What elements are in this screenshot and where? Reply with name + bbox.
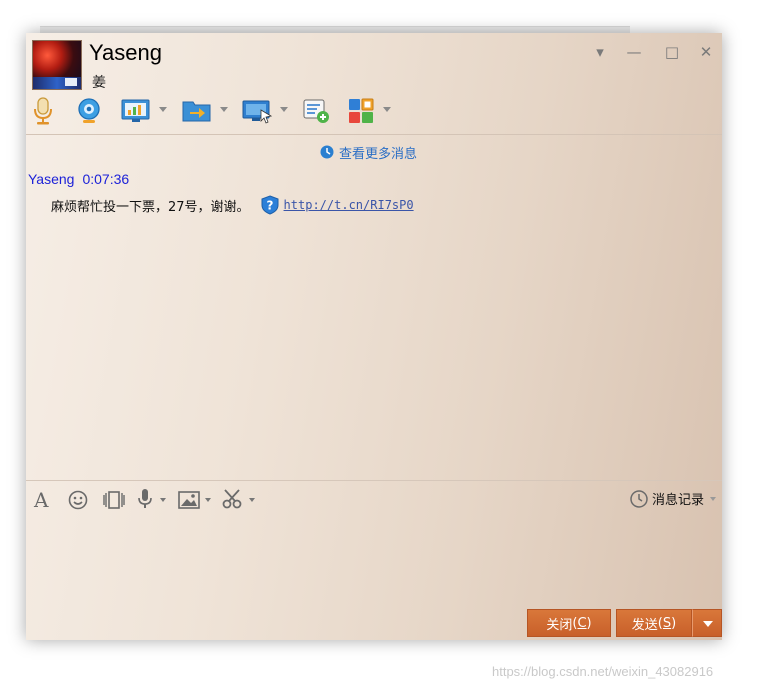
image-icon [178, 491, 200, 509]
file-transfer-icon [182, 101, 211, 122]
chat-window: Yaseng 姜 ▾ — □ ✕ 查看更多消息 Yaseng 0:07:36 麻… [26, 33, 722, 640]
smiley-icon [68, 490, 88, 510]
input-divider [26, 480, 722, 481]
chevron-down-icon[interactable] [280, 107, 288, 112]
chevron-down-icon[interactable] [160, 498, 166, 502]
screen-share-button[interactable] [121, 95, 169, 127]
avatar[interactable] [32, 40, 82, 90]
voice-message-button[interactable] [136, 488, 172, 512]
video-call-button[interactable] [75, 95, 105, 127]
contact-name[interactable]: Yaseng [89, 40, 162, 66]
microphone-icon [138, 489, 152, 508]
close-chat-label: 关闭 [546, 617, 573, 633]
chevron-down-icon[interactable] [710, 496, 716, 501]
chevron-down-icon[interactable] [220, 107, 228, 112]
security-shield-icon: ? [261, 195, 279, 215]
microphone-icon [34, 97, 52, 125]
message-text: 麻烦帮忙投一下票，27号，谢谢。 [51, 199, 250, 215]
message-body: 麻烦帮忙投一下票，27号，谢谢。 ? http://t.cn/RI7sP0 [51, 195, 414, 215]
voice-call-button[interactable] [32, 95, 56, 127]
send-options-dropdown[interactable] [692, 609, 722, 637]
add-message-button[interactable] [302, 95, 332, 127]
watermark: https://blog.csdn.net/weixin_43082916 [492, 664, 714, 679]
font-button[interactable]: A [34, 488, 56, 512]
emoji-button[interactable] [68, 488, 90, 512]
chevron-down-icon[interactable] [249, 498, 255, 502]
view-more-messages-label: 查看更多消息 [339, 146, 418, 162]
message-header: Yaseng 0:07:36 [28, 171, 129, 187]
chevron-down-icon[interactable] [159, 107, 167, 112]
window-menu-dropdown[interactable]: ▾ [590, 43, 610, 61]
close-chat-shortcut: C [577, 615, 587, 631]
send-label: 发送 [631, 617, 658, 633]
view-more-messages[interactable]: 查看更多消息 [320, 143, 418, 162]
history-clock-icon [630, 489, 648, 508]
maximize-button[interactable]: □ [662, 43, 682, 61]
webcam-icon [78, 98, 100, 123]
close-chat-button[interactable]: 关闭(C) [527, 609, 611, 637]
screenshot-button[interactable] [222, 488, 258, 512]
add-message-icon [303, 99, 329, 123]
toolbar-divider [26, 134, 722, 135]
font-icon: A [34, 488, 49, 512]
shake-window-button[interactable] [102, 488, 126, 512]
message-history-button[interactable]: 消息记录 [630, 489, 716, 508]
svg-text:?: ? [266, 199, 273, 213]
apps-grid-icon [349, 98, 374, 123]
send-shortcut: S [662, 615, 672, 631]
apps-button[interactable] [347, 95, 395, 127]
chevron-down-icon[interactable] [383, 107, 391, 112]
message-time: 0:07:36 [82, 171, 130, 187]
send-button[interactable]: 发送(S) [616, 609, 692, 637]
message-link[interactable]: http://t.cn/RI7sP0 [284, 198, 414, 212]
contact-signature: 姜 [92, 75, 106, 91]
clock-icon [320, 145, 334, 159]
shake-icon [103, 491, 125, 509]
remote-desktop-button[interactable] [242, 95, 290, 127]
screen-share-icon [121, 99, 150, 122]
minimize-button[interactable]: — [624, 43, 644, 61]
chevron-down-icon[interactable] [205, 498, 211, 502]
scissors-icon [222, 489, 242, 509]
message-history-label: 消息记录 [651, 493, 704, 508]
avatar-decoration [65, 78, 77, 86]
chevron-down-icon [703, 621, 713, 627]
close-window-button[interactable]: ✕ [696, 43, 716, 61]
file-transfer-button[interactable] [182, 95, 230, 127]
send-image-button[interactable] [178, 488, 214, 512]
remote-desktop-icon [242, 100, 272, 124]
message-sender[interactable]: Yaseng [28, 171, 74, 187]
